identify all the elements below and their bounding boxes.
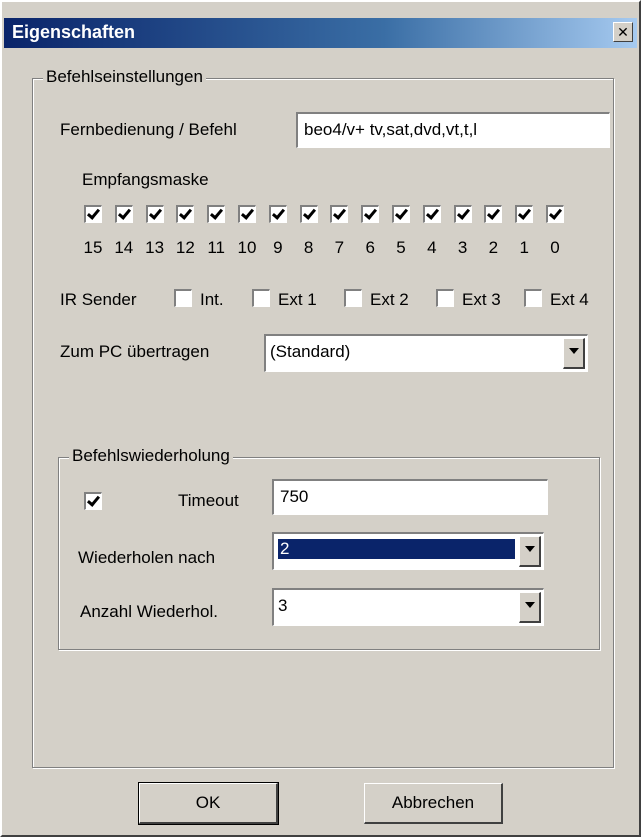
- mask-bit-checkbox[interactable]: [207, 205, 226, 223]
- mask-bit-label: 3: [457, 238, 468, 257]
- repeat-after-select[interactable]: 2: [272, 532, 544, 570]
- mask-bit-checkbox[interactable]: [176, 205, 195, 223]
- mask-bit-checkbox[interactable]: [238, 205, 256, 223]
- mask-bit-checkbox[interactable]: [422, 205, 441, 223]
- title-bar[interactable]: Eigenschaften ✕: [4, 18, 637, 48]
- chevron-down-icon[interactable]: [519, 536, 541, 567]
- ir-sender-option-label: Int.: [200, 290, 224, 309]
- timeout-label: Timeout: [178, 491, 239, 510]
- window-title: Eigenschaften: [12, 22, 136, 42]
- mask-bit-checkbox[interactable]: [268, 205, 287, 223]
- mask-bit-label: 10: [237, 238, 257, 257]
- ir-sender-option-label: Ext 4: [550, 290, 589, 309]
- ir-sender-checkbox[interactable]: [252, 289, 270, 307]
- ir-sender-checkbox[interactable]: [524, 289, 542, 307]
- chevron-down-icon[interactable]: [563, 338, 585, 369]
- ok-button[interactable]: OK: [138, 782, 279, 825]
- properties-dialog: Eigenschaften ✕ Befehlseinstellungen Fer…: [0, 0, 641, 837]
- ir-sender-checkbox[interactable]: [344, 289, 362, 307]
- mask-bit-label: 11: [207, 238, 226, 257]
- mask-bit-label: 13: [145, 238, 165, 257]
- cancel-button[interactable]: Abbrechen: [364, 783, 503, 824]
- mask-bit-label: 12: [175, 238, 195, 257]
- ir-sender-checkbox[interactable]: [436, 289, 454, 307]
- mask-bit-label: 0: [550, 238, 560, 257]
- mask-bit-label: 1: [519, 238, 529, 257]
- mask-bit-checkbox[interactable]: [330, 205, 349, 223]
- mask-bit-label: 7: [334, 238, 345, 257]
- repeat-after-label: Wiederholen nach: [78, 548, 216, 567]
- ir-sender-option-label: Ext 3: [462, 290, 501, 309]
- remote-command-input[interactable]: beo4/v+ tv,sat,dvd,vt,t,l: [296, 112, 610, 148]
- repeat-after-value: 2: [278, 539, 515, 559]
- command-settings-legend: Befehlseinstellungen: [43, 67, 206, 87]
- remote-command-label: Fernbedienung / Befehl: [60, 120, 237, 139]
- mask-bit-checkbox[interactable]: [299, 205, 318, 223]
- mask-bit-label: 6: [365, 238, 375, 257]
- chevron-down-icon[interactable]: [519, 592, 541, 623]
- mask-bit-checkbox[interactable]: [453, 205, 472, 223]
- mask-bit-label: 14: [114, 238, 134, 257]
- mask-bit-checkbox[interactable]: [145, 205, 164, 223]
- send-to-pc-value: (Standard): [270, 342, 351, 361]
- mask-bit-checkbox[interactable]: [484, 205, 503, 223]
- mask-bit-checkbox[interactable]: [84, 205, 102, 223]
- timeout-checkbox[interactable]: [84, 492, 102, 510]
- mask-bit-label: 15: [83, 238, 103, 257]
- command-repeat-legend: Befehlswiederholung: [69, 446, 233, 466]
- send-to-pc-select[interactable]: (Standard): [264, 334, 588, 372]
- send-to-pc-label: Zum PC übertragen: [60, 342, 210, 361]
- mask-bit-label: 2: [488, 238, 499, 257]
- ir-sender-option-label: Ext 1: [278, 290, 317, 309]
- mask-bit-checkbox[interactable]: [361, 205, 380, 223]
- mask-bit-checkbox[interactable]: [515, 205, 534, 223]
- mask-bit-checkbox[interactable]: [546, 205, 564, 223]
- ir-sender-label: IR Sender: [60, 290, 137, 309]
- ir-sender-checkbox[interactable]: [174, 289, 192, 307]
- mask-bit-label: 5: [396, 238, 406, 257]
- receive-mask-label: Empfangsmaske: [82, 170, 209, 189]
- close-icon[interactable]: ✕: [613, 22, 633, 42]
- repeat-count-label: Anzahl Wiederhol.: [80, 602, 218, 621]
- timeout-input[interactable]: 750: [272, 479, 548, 515]
- mask-bit-checkbox[interactable]: [114, 205, 133, 223]
- repeat-count-value: 3: [278, 596, 288, 615]
- mask-bit-checkbox[interactable]: [392, 205, 410, 223]
- mask-bit-label: 4: [427, 238, 437, 257]
- repeat-count-select[interactable]: 3: [272, 588, 544, 626]
- mask-bit-label: 9: [273, 238, 283, 257]
- ir-sender-option-label: Ext 2: [370, 290, 409, 309]
- mask-bit-label: 8: [303, 238, 314, 257]
